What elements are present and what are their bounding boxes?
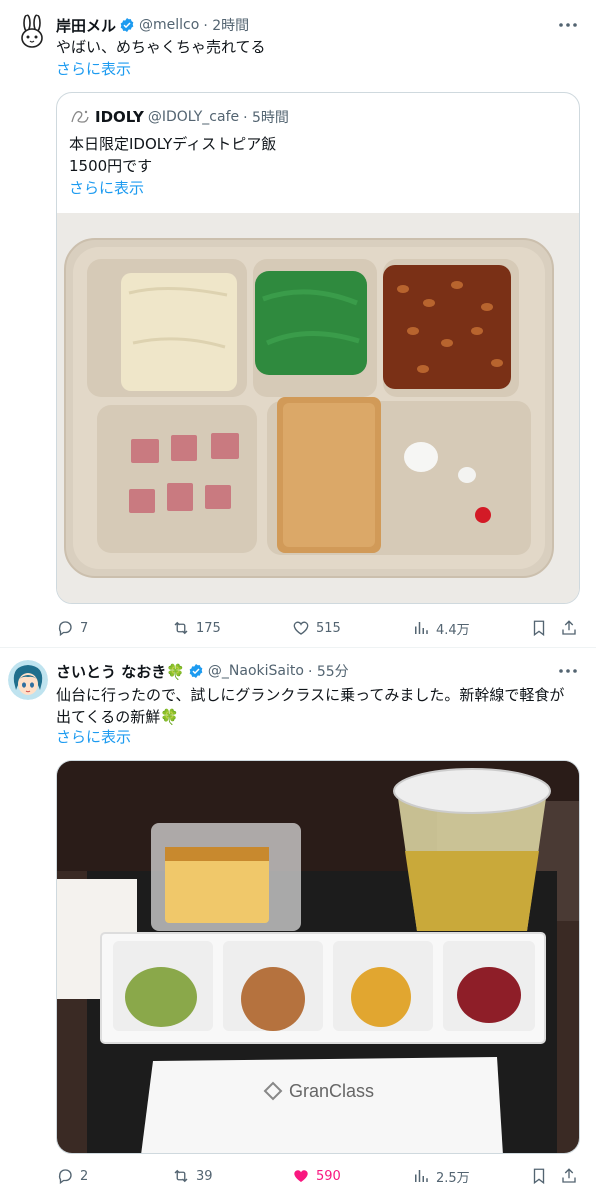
reply-button[interactable]: 7 <box>56 618 88 638</box>
verified-icon <box>189 664 203 678</box>
retweet-count: 175 <box>196 620 221 636</box>
more-icon[interactable] <box>556 16 580 34</box>
handle[interactable]: @mellco <box>139 17 199 33</box>
bookmark-button[interactable] <box>530 1166 548 1186</box>
retweet-icon <box>174 1169 188 1183</box>
show-more-link[interactable]: さらに表示 <box>56 727 131 747</box>
retweet-button[interactable]: 175 <box>172 618 221 638</box>
tweet-text: やばい、めちゃくちゃ売れてる <box>56 38 266 56</box>
quoted-tweet[interactable]: IDOLY @IDOLY_cafe · 5時間 本日限定IDOLYディストピア飯… <box>56 92 580 604</box>
quote-header: IDOLY @IDOLY_cafe · 5時間 <box>69 107 289 127</box>
like-icon <box>293 621 309 635</box>
share-icon <box>562 620 576 635</box>
reply-button[interactable]: 2 <box>56 1166 88 1186</box>
quote-text: 本日限定IDOLYディストピア飯 1500円です <box>69 133 276 177</box>
tweet-header: さいとう なおき🍀 @_NaokiSaito · 55分 <box>56 660 349 682</box>
views-button[interactable]: 2.5万 <box>412 1166 470 1186</box>
views-count: 2.5万 <box>436 1170 470 1186</box>
retweet-button[interactable]: 39 <box>172 1166 213 1186</box>
avatar[interactable] <box>8 660 48 700</box>
bookmark-icon <box>533 1168 545 1185</box>
idoly-logo-icon <box>71 110 89 123</box>
reply-icon <box>58 1169 72 1185</box>
tweet-text-line: 仙台に行ったので、試しにグランクラスに乗ってみました。新幹線で軽食が <box>56 686 565 704</box>
share-icon <box>562 1168 576 1183</box>
timestamp[interactable]: · 2時間 <box>203 15 249 35</box>
quote-text-line: 1500円です <box>69 157 153 175</box>
bookmark-button[interactable] <box>530 618 548 638</box>
reply-icon <box>58 621 72 637</box>
more-icon[interactable] <box>556 662 580 680</box>
like-icon <box>294 1170 308 1182</box>
tweet-1[interactable]: 岸田メル @mellco · 2時間 やばい、めちゃくちゃ売れてる さらに表示 … <box>0 0 596 648</box>
tweet-actions: 7 175 515 4.4万 <box>56 618 580 642</box>
display-name[interactable]: 岸田メル <box>56 15 116 36</box>
retweet-icon <box>174 621 188 635</box>
quote-show-more-link[interactable]: さらに表示 <box>69 177 144 198</box>
avatar[interactable] <box>12 14 52 54</box>
bookmark-icon <box>533 620 545 637</box>
granclass-label: GranClass <box>289 1081 374 1101</box>
views-icon <box>415 622 428 634</box>
views-icon <box>415 1170 428 1182</box>
views-button[interactable]: 4.4万 <box>412 618 470 638</box>
quote-handle[interactable]: @IDOLY_cafe <box>148 109 239 125</box>
food-tray-image[interactable] <box>57 213 580 604</box>
verified-icon <box>120 18 134 32</box>
like-button[interactable]: 515 <box>292 618 341 638</box>
quote-text-line: 本日限定IDOLYディストピア飯 <box>69 135 277 153</box>
show-more-link[interactable]: さらに表示 <box>56 59 131 79</box>
granclass-meal-image[interactable]: GranClass <box>56 760 580 1154</box>
views-count: 4.4万 <box>436 622 470 638</box>
quote-timestamp[interactable]: · 5時間 <box>243 107 289 127</box>
tweet-2[interactable]: さいとう なおき🍀 @_NaokiSaito · 55分 仙台に行ったので、試し… <box>0 648 596 1200</box>
like-button[interactable]: 590 <box>292 1166 341 1186</box>
tweet-text: 仙台に行ったので、試しにグランクラスに乗ってみました。新幹線で軽食が 出てくるの… <box>56 684 580 728</box>
share-button[interactable] <box>560 618 578 638</box>
reply-count: 2 <box>80 1168 89 1184</box>
timestamp[interactable]: · 55分 <box>308 661 349 681</box>
quote-display-name[interactable]: IDOLY <box>95 108 144 126</box>
reply-count: 7 <box>80 620 89 636</box>
tweet-text-line: 出てくるの新鮮🍀 <box>56 708 179 726</box>
handle[interactable]: @_NaokiSaito <box>208 663 304 679</box>
tweet-actions: 2 39 590 2.5万 <box>56 1166 580 1190</box>
retweet-count: 39 <box>196 1168 213 1184</box>
tweet-header: 岸田メル @mellco · 2時間 <box>56 14 249 36</box>
display-name[interactable]: さいとう なおき🍀 <box>56 661 185 682</box>
share-button[interactable] <box>560 1166 578 1186</box>
like-count: 515 <box>316 620 341 636</box>
like-count: 590 <box>316 1168 341 1184</box>
